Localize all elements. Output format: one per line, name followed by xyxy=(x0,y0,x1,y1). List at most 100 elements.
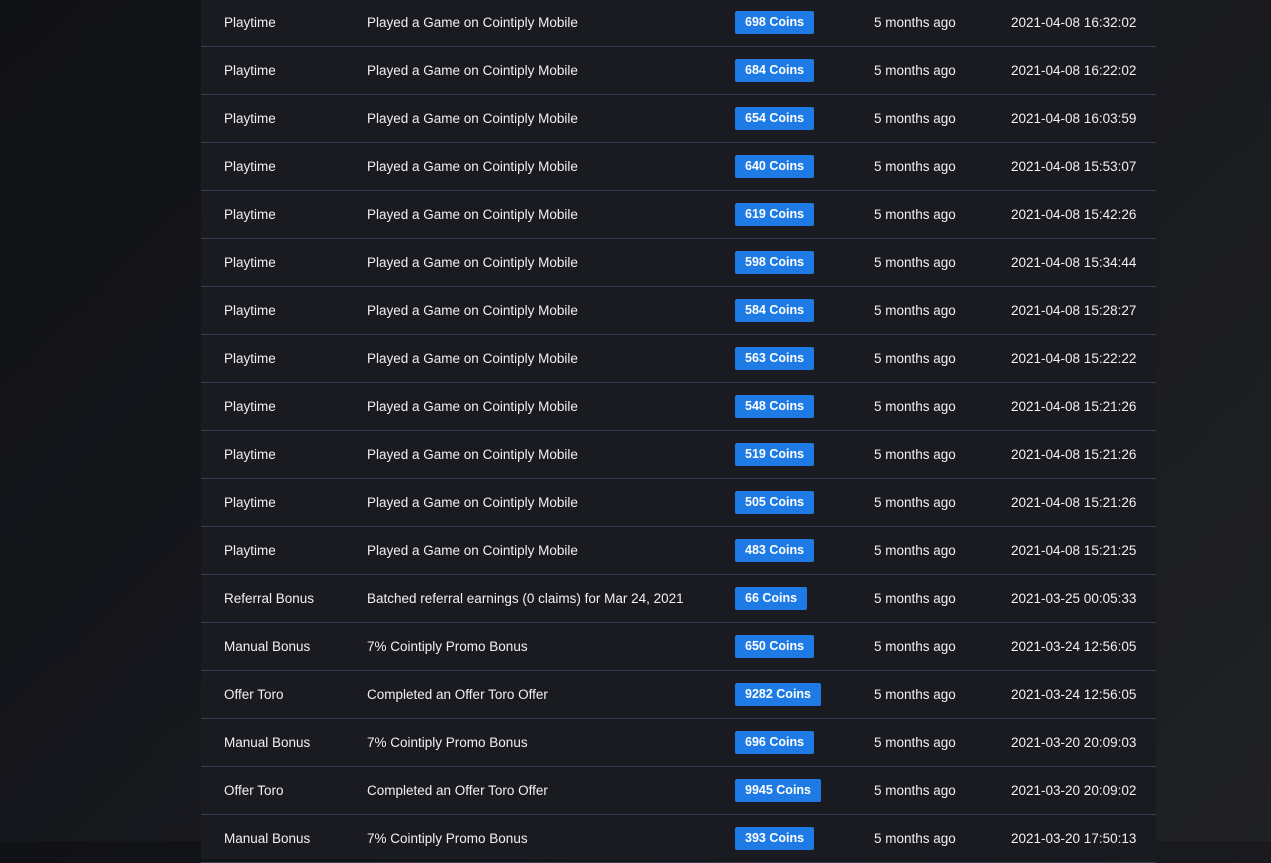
transaction-type: Playtime xyxy=(224,15,276,30)
relative-time: 5 months ago xyxy=(874,687,956,702)
amount-cell: 584 Coins xyxy=(735,287,815,334)
coins-badge: 598 Coins xyxy=(735,250,815,274)
relative-time: 5 months ago xyxy=(874,159,956,174)
coins-badge: 66 Coins xyxy=(735,586,808,610)
relative-time: 5 months ago xyxy=(874,783,956,798)
transaction-type: Playtime xyxy=(224,255,276,270)
amount-cell: 9282 Coins xyxy=(735,671,822,718)
transaction-description: 7% Cointiply Promo Bonus xyxy=(367,831,528,846)
timestamp: 2021-04-08 15:21:25 xyxy=(1011,543,1137,558)
amount-cell: 9945 Coins xyxy=(735,767,822,814)
amount-cell: 640 Coins xyxy=(735,143,815,190)
coins-badge: 650 Coins xyxy=(735,634,815,658)
amount-cell: 684 Coins xyxy=(735,47,815,94)
amount-cell: 650 Coins xyxy=(735,623,815,670)
transaction-type: Playtime xyxy=(224,447,276,462)
relative-time: 5 months ago xyxy=(874,447,956,462)
transaction-description: 7% Cointiply Promo Bonus xyxy=(367,639,528,654)
timestamp: 2021-03-20 17:50:13 xyxy=(1011,831,1137,846)
timestamp: 2021-04-08 15:21:26 xyxy=(1011,447,1137,462)
relative-time: 5 months ago xyxy=(874,639,956,654)
relative-time: 5 months ago xyxy=(874,543,956,558)
coins-badge: 483 Coins xyxy=(735,538,815,562)
table-row: Manual Bonus 7% Cointiply Promo Bonus 39… xyxy=(201,815,1156,863)
transaction-description: Played a Game on Cointiply Mobile xyxy=(367,351,578,366)
transaction-type: Playtime xyxy=(224,543,276,558)
timestamp: 2021-04-08 16:03:59 xyxy=(1011,111,1137,126)
coins-badge: 640 Coins xyxy=(735,154,815,178)
relative-time: 5 months ago xyxy=(874,111,956,126)
transaction-description: Played a Game on Cointiply Mobile xyxy=(367,15,578,30)
amount-cell: 563 Coins xyxy=(735,335,815,382)
coins-badge: 619 Coins xyxy=(735,202,815,226)
coins-badge: 519 Coins xyxy=(735,442,815,466)
coins-badge: 584 Coins xyxy=(735,298,815,322)
coins-badge: 9282 Coins xyxy=(735,682,822,706)
amount-cell: 619 Coins xyxy=(735,191,815,238)
timestamp: 2021-03-20 20:09:02 xyxy=(1011,783,1137,798)
relative-time: 5 months ago xyxy=(874,495,956,510)
coins-badge: 698 Coins xyxy=(735,10,815,34)
timestamp: 2021-04-08 15:21:26 xyxy=(1011,495,1137,510)
timestamp: 2021-04-08 15:42:26 xyxy=(1011,207,1137,222)
transaction-type: Playtime xyxy=(224,63,276,78)
transaction-description: Played a Game on Cointiply Mobile xyxy=(367,303,578,318)
relative-time: 5 months ago xyxy=(874,591,956,606)
amount-cell: 483 Coins xyxy=(735,527,815,574)
transaction-type: Manual Bonus xyxy=(224,639,311,654)
timestamp: 2021-04-08 15:28:27 xyxy=(1011,303,1137,318)
transaction-description: Batched referral earnings (0 claims) for… xyxy=(367,591,684,606)
transaction-type: Offer Toro xyxy=(224,687,284,702)
transaction-description: Played a Game on Cointiply Mobile xyxy=(367,63,578,78)
table-body: Playtime Played a Game on Cointiply Mobi… xyxy=(201,0,1156,863)
transaction-type: Playtime xyxy=(224,159,276,174)
timestamp: 2021-03-25 00:05:33 xyxy=(1011,591,1137,606)
coins-badge: 654 Coins xyxy=(735,106,815,130)
coins-badge: 696 Coins xyxy=(735,730,815,754)
relative-time: 5 months ago xyxy=(874,351,956,366)
relative-time: 5 months ago xyxy=(874,255,956,270)
timestamp: 2021-04-08 16:22:02 xyxy=(1011,63,1137,78)
timestamp: 2021-04-08 15:22:22 xyxy=(1011,351,1137,366)
coins-badge: 563 Coins xyxy=(735,346,815,370)
timestamp: 2021-03-24 12:56:05 xyxy=(1011,639,1137,654)
transaction-type: Playtime xyxy=(224,207,276,222)
table-row: Referral Bonus Batched referral earnings… xyxy=(201,575,1156,623)
amount-cell: 696 Coins xyxy=(735,719,815,766)
transaction-type: Playtime xyxy=(224,111,276,126)
transaction-description: Played a Game on Cointiply Mobile xyxy=(367,447,578,462)
transaction-description: Completed an Offer Toro Offer xyxy=(367,687,548,702)
table-row: Offer Toro Completed an Offer Toro Offer… xyxy=(201,671,1156,719)
relative-time: 5 months ago xyxy=(874,399,956,414)
coins-badge: 393 Coins xyxy=(735,826,815,850)
transaction-type: Playtime xyxy=(224,495,276,510)
transaction-type: Offer Toro xyxy=(224,783,284,798)
transaction-description: Played a Game on Cointiply Mobile xyxy=(367,543,578,558)
relative-time: 5 months ago xyxy=(874,207,956,222)
transaction-history-table: Playtime Played a Game on Cointiply Mobi… xyxy=(201,0,1156,863)
table-row: Playtime Played a Game on Cointiply Mobi… xyxy=(201,239,1156,287)
coins-badge: 9945 Coins xyxy=(735,778,822,802)
timestamp: 2021-04-08 16:32:02 xyxy=(1011,15,1137,30)
transaction-type: Manual Bonus xyxy=(224,735,311,750)
table-row: Offer Toro Completed an Offer Toro Offer… xyxy=(201,767,1156,815)
amount-cell: 654 Coins xyxy=(735,95,815,142)
amount-cell: 698 Coins xyxy=(735,0,815,46)
transaction-description: 7% Cointiply Promo Bonus xyxy=(367,735,528,750)
table-row: Playtime Played a Game on Cointiply Mobi… xyxy=(201,143,1156,191)
transaction-type: Referral Bonus xyxy=(224,591,315,606)
amount-cell: 393 Coins xyxy=(735,815,815,862)
table-row: Playtime Played a Game on Cointiply Mobi… xyxy=(201,287,1156,335)
timestamp: 2021-04-08 15:53:07 xyxy=(1011,159,1137,174)
transaction-description: Played a Game on Cointiply Mobile xyxy=(367,255,578,270)
amount-cell: 505 Coins xyxy=(735,479,815,526)
amount-cell: 548 Coins xyxy=(735,383,815,430)
table-row: Playtime Played a Game on Cointiply Mobi… xyxy=(201,431,1156,479)
timestamp: 2021-04-08 15:21:26 xyxy=(1011,399,1137,414)
timestamp: 2021-04-08 15:34:44 xyxy=(1011,255,1137,270)
timestamp: 2021-03-24 12:56:05 xyxy=(1011,687,1137,702)
table-row: Playtime Played a Game on Cointiply Mobi… xyxy=(201,191,1156,239)
table-row: Manual Bonus 7% Cointiply Promo Bonus 65… xyxy=(201,623,1156,671)
transaction-type: Playtime xyxy=(224,351,276,366)
transaction-description: Played a Game on Cointiply Mobile xyxy=(367,111,578,126)
